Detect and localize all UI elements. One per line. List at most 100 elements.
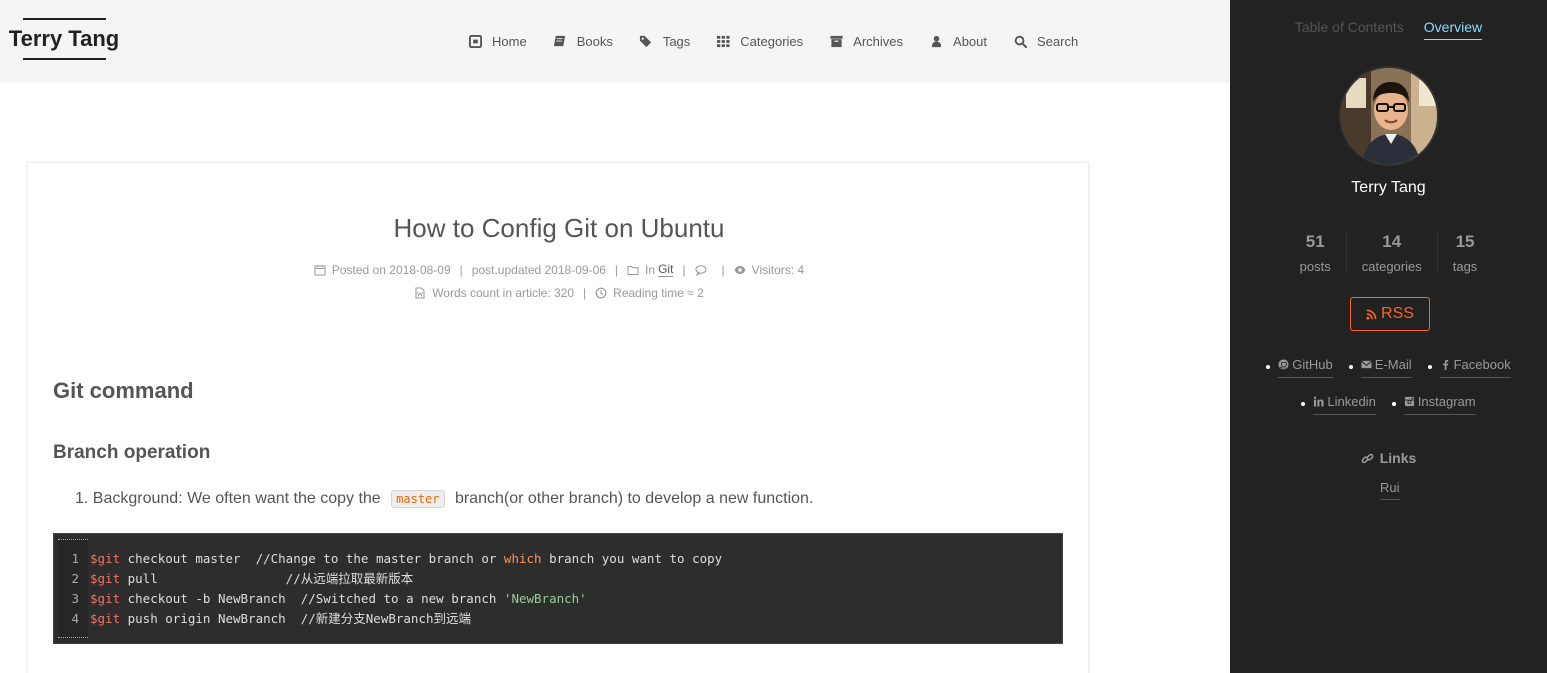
nav-item-search[interactable]: Search bbox=[1013, 32, 1078, 50]
stat-tags[interactable]: 15 tags bbox=[1436, 231, 1493, 274]
stat-posts[interactable]: 51 posts bbox=[1285, 231, 1346, 274]
updated-label: post.updated bbox=[471, 262, 542, 277]
posted-date: 2018-08-09 bbox=[389, 262, 451, 277]
inline-code: master bbox=[391, 490, 445, 508]
line-number: 3 bbox=[71, 591, 79, 606]
comments-link[interactable] bbox=[695, 264, 713, 276]
reading-time-text: Reading time ≈ 2 bbox=[613, 286, 704, 300]
avatar bbox=[1339, 66, 1439, 166]
list-text-before: Background: We often want the copy the bbox=[92, 490, 381, 507]
social-label: Instagram bbox=[1417, 394, 1476, 409]
main-nav: Home Books Tags Categories Archives Abou… bbox=[468, 32, 1104, 50]
bullet bbox=[1348, 364, 1353, 369]
social-item-facebook: Facebook bbox=[1427, 355, 1511, 378]
word-count-text: Words count in article: 320 bbox=[432, 286, 575, 300]
post-category: In Git bbox=[627, 262, 674, 277]
category-link[interactable]: Git bbox=[658, 262, 674, 277]
site-title[interactable]: Terry Tang bbox=[8, 20, 120, 58]
stat-number: 14 bbox=[1382, 232, 1402, 251]
stat-label: tags bbox=[1452, 259, 1478, 274]
social-item-email: E-Mail bbox=[1348, 355, 1412, 378]
social-label: E-Mail bbox=[1374, 357, 1412, 372]
brand-bottom-line bbox=[22, 58, 106, 60]
social-label: Facebook bbox=[1453, 357, 1511, 372]
code-token: pull //从远端拉取最新版本 bbox=[120, 571, 414, 586]
post-title[interactable]: How to Config Git on Ubuntu bbox=[28, 213, 1090, 244]
reading-time: Reading time ≈ 2 bbox=[595, 286, 704, 300]
code-line: 3 $git checkout -b NewBranch //Switched t… bbox=[54, 589, 722, 609]
code-token: checkout -b NewBranch //Switched to a ne… bbox=[120, 591, 504, 606]
social-links-row: GitHub E-Mail Facebook bbox=[1230, 355, 1547, 378]
nav-label: About bbox=[953, 33, 988, 49]
file-word-icon bbox=[415, 287, 425, 299]
email-link[interactable]: E-Mail bbox=[1360, 355, 1412, 378]
code-block[interactable]: 1 $git checkout master //Change to the ma… bbox=[53, 533, 1063, 644]
linkedin-link[interactable]: Linkedin bbox=[1313, 392, 1376, 415]
nav-item-about[interactable]: About bbox=[929, 32, 987, 50]
nav-label: Home bbox=[492, 33, 527, 49]
stat-label: posts bbox=[1299, 259, 1331, 274]
rss-label: RSS bbox=[1381, 305, 1414, 322]
bullet bbox=[1301, 401, 1306, 406]
meta-divider: | bbox=[682, 262, 686, 277]
social-links-row: Linkedin Instagram bbox=[1230, 392, 1547, 415]
comment-icon bbox=[695, 264, 707, 276]
code-token: $git bbox=[90, 551, 121, 566]
site-stats: 51 posts 14 categories 15 tags bbox=[1230, 231, 1547, 274]
linkedin-icon bbox=[1314, 396, 1324, 407]
code-token: branch you want to copy bbox=[541, 551, 723, 566]
updated-on: post.updated 2018-09-06 bbox=[472, 263, 606, 277]
nav-item-home[interactable]: Home bbox=[468, 32, 527, 50]
nav-label: Archives bbox=[853, 33, 904, 49]
code-token: $git bbox=[90, 571, 121, 586]
list-text-after: branch(or other branch) to develop a new… bbox=[454, 490, 814, 507]
nav-item-tags[interactable]: Tags bbox=[639, 32, 690, 50]
nav-item-categories[interactable]: Categories bbox=[716, 32, 803, 50]
avatar-photo bbox=[1341, 68, 1437, 164]
bullet bbox=[1391, 401, 1396, 406]
code-line: 1 $git checkout master //Change to the ma… bbox=[54, 549, 722, 569]
author-name: Terry Tang bbox=[1351, 179, 1426, 196]
social-item-instagram: Instagram bbox=[1391, 392, 1476, 415]
site-header: Terry Tang Home Books Tags Categories Ar… bbox=[0, 0, 1230, 83]
folder-icon bbox=[627, 265, 639, 275]
code-token: push origin NewBranch //新建分支NewBranch到远端 bbox=[120, 611, 472, 626]
nav-item-archives[interactable]: Archives bbox=[829, 32, 903, 50]
nav-item-books[interactable]: Books bbox=[553, 32, 613, 50]
calendar-icon bbox=[314, 264, 326, 275]
envelope-icon bbox=[1360, 360, 1372, 369]
updated-date: 2018-09-06 bbox=[544, 262, 606, 277]
tags-icon bbox=[639, 34, 653, 48]
stat-categories[interactable]: 14 categories bbox=[1345, 231, 1437, 274]
tab-overview[interactable]: Overview bbox=[1423, 19, 1483, 40]
social-label: GitHub bbox=[1292, 357, 1333, 372]
meta-divider: | bbox=[459, 262, 463, 277]
tab-table-of-contents[interactable]: Table of Contents bbox=[1295, 19, 1404, 40]
code-token: $git bbox=[90, 611, 121, 626]
nav-label: Categories bbox=[740, 33, 804, 49]
post-meta-wordcount: Words count in article: 320 | Reading ti… bbox=[28, 286, 1090, 300]
stat-number: 15 bbox=[1455, 232, 1475, 251]
sidebar: Table of Contents Overview Terry Tang 51… bbox=[1230, 0, 1547, 673]
clock-icon bbox=[595, 287, 607, 299]
rss-icon bbox=[1366, 309, 1377, 320]
blogroll-link-rui[interactable]: Rui bbox=[1380, 480, 1400, 500]
visitors-count: Visitors: 4 bbox=[751, 262, 805, 277]
archive-icon bbox=[829, 34, 843, 48]
github-link[interactable]: GitHub bbox=[1278, 355, 1333, 378]
rss-button[interactable]: RSS bbox=[1350, 297, 1430, 331]
instagram-link[interactable]: Instagram bbox=[1403, 392, 1476, 415]
facebook-link[interactable]: Facebook bbox=[1439, 355, 1511, 378]
list-item: 1. Background: We often want the copy th… bbox=[75, 490, 813, 508]
nav-label: Books bbox=[576, 33, 613, 49]
code-line: 4 $git push origin NewBranch //新建分支NewBra… bbox=[54, 609, 722, 629]
heading-git-command: Git command bbox=[53, 378, 194, 403]
sidebar-tabs: Table of Contents Overview bbox=[1230, 19, 1547, 40]
eye-icon bbox=[734, 265, 746, 274]
bullet bbox=[1266, 364, 1271, 369]
in-label: In bbox=[645, 262, 656, 277]
line-number: 4 bbox=[71, 611, 79, 626]
site-brand[interactable]: Terry Tang bbox=[8, 18, 120, 60]
nav-label: Tags bbox=[662, 33, 691, 49]
posted-label: Posted on bbox=[331, 262, 386, 277]
